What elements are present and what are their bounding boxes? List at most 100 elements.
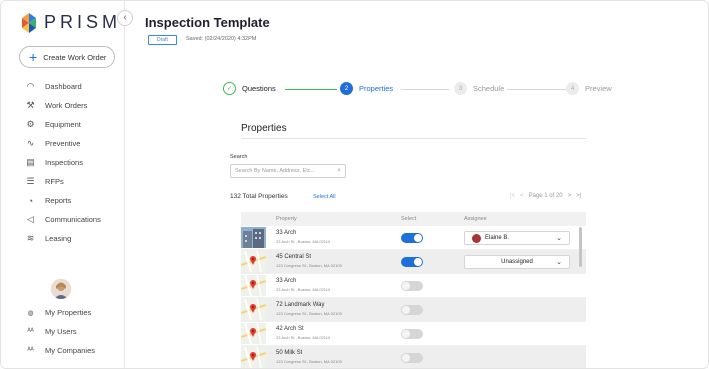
select-toggle[interactable] bbox=[401, 353, 423, 363]
column-header-property: Property bbox=[276, 216, 297, 222]
page-indicator: Page 1 of 20 bbox=[528, 193, 563, 199]
step-label: Questions bbox=[242, 84, 276, 93]
sidebar-item-rfps[interactable]: ☰ RFPs bbox=[1, 172, 125, 191]
prev-page-button[interactable]: < bbox=[520, 193, 524, 199]
toggle-knob bbox=[402, 306, 410, 314]
step-questions[interactable]: ✓ Questions bbox=[223, 82, 276, 95]
sidebar-item-label: My Properties bbox=[45, 308, 92, 317]
table-row: 42 Arch St 33 Arch St., Boston, MA 02110 bbox=[241, 322, 586, 345]
sidebar-item-my-users[interactable]: ᴬᴬ My Users bbox=[1, 322, 125, 341]
assignee-value: Unassigned bbox=[501, 259, 533, 265]
sidebar-item-preventive[interactable]: ∿ Preventive bbox=[1, 134, 125, 153]
table-header: Property Select Assignee bbox=[241, 212, 586, 226]
step-label: Properties bbox=[359, 84, 394, 93]
user-avatar[interactable] bbox=[51, 279, 71, 299]
table-row: 33 Arch 33 Arch St., Boston, MA 02110 bbox=[241, 274, 586, 297]
select-toggle[interactable] bbox=[401, 257, 423, 267]
column-header-assignee: Assignee bbox=[464, 216, 487, 222]
create-work-order-button[interactable]: + Create Work Order bbox=[19, 46, 115, 68]
map-thumbnail-icon bbox=[241, 299, 266, 320]
map-thumbnail-icon bbox=[241, 347, 266, 368]
assignee-select[interactable]: Unassigned ⌄ bbox=[464, 255, 570, 269]
table-row: 72 Landmark Way 123 Congress St., Boston,… bbox=[241, 298, 586, 321]
select-toggle[interactable] bbox=[401, 305, 423, 315]
section-title: Properties bbox=[241, 123, 287, 134]
avatar-image bbox=[51, 279, 71, 299]
chevron-down-icon: ⌄ bbox=[556, 259, 562, 266]
wizard-stepper: ✓ Questions 2 Properties 3 Schedule 4 Pr… bbox=[223, 82, 613, 98]
create-work-order-label: Create Work Order bbox=[43, 52, 107, 62]
toggle-knob bbox=[414, 258, 422, 266]
sidebar-item-label: RFPs bbox=[45, 177, 64, 186]
list-icon: ☰ bbox=[26, 176, 35, 186]
property-address: 123 Congress St., Boston, MA 02109 bbox=[276, 359, 342, 364]
property-address: 33 Arch St., Boston, MA 02110 bbox=[276, 287, 331, 292]
table-row: 50 Milk St 123 Congress St., Boston, MA 0… bbox=[241, 346, 586, 368]
gauge-icon: ◠ bbox=[26, 81, 35, 91]
companies-icon: ᴬᴬ bbox=[27, 347, 34, 354]
next-page-button[interactable]: > bbox=[568, 193, 572, 199]
property-address: 33 Arch St., Boston, MA 02110 bbox=[276, 335, 331, 340]
sidebar-item-inspections[interactable]: ▤ Inspections bbox=[1, 153, 125, 172]
search-input[interactable]: Search By Name, Address, Etc... ⌕ bbox=[230, 164, 346, 178]
step-connector bbox=[401, 89, 449, 90]
saved-timestamp: Saved: (02/24/2020) 4:32PM bbox=[186, 36, 257, 42]
step-connector bbox=[285, 89, 337, 90]
sidebar-item-equipment[interactable]: ⚙ Equipment bbox=[1, 115, 125, 134]
logo[interactable]: PRISM bbox=[22, 12, 121, 33]
sidebar-item-label: Leasing bbox=[45, 234, 72, 243]
step-schedule[interactable]: 3 Schedule bbox=[454, 82, 504, 95]
property-name: 42 Arch St bbox=[276, 326, 304, 332]
property-address: 123 Congress St., Boston, MA 02109 bbox=[276, 311, 342, 316]
toggle-knob bbox=[402, 354, 410, 362]
sidebar-item-communications[interactable]: ◁ Communications bbox=[1, 210, 125, 229]
sidebar-item-label: Reports bbox=[45, 196, 72, 205]
divider bbox=[241, 138, 587, 139]
step-label: Preview bbox=[585, 84, 612, 93]
column-header-select: Select bbox=[401, 216, 417, 222]
property-name: 45 Central St bbox=[276, 254, 312, 260]
table-scrollbar[interactable] bbox=[579, 227, 582, 267]
sidebar-item-my-properties[interactable]: ◍ My Properties bbox=[1, 303, 125, 322]
app-window: PRISM ‹ + Create Work Order ◠ Dashboard ⚒ W… bbox=[0, 0, 709, 369]
gears-icon: ⚙ bbox=[26, 119, 35, 129]
step-properties[interactable]: 2 Properties bbox=[340, 82, 393, 95]
sidebar-item-label: Communications bbox=[45, 215, 101, 224]
search-icon: ⌕ bbox=[337, 167, 341, 174]
select-toggle[interactable] bbox=[401, 329, 423, 339]
sidebar-item-label: Equipment bbox=[45, 120, 81, 129]
search-label: Search bbox=[230, 154, 248, 160]
globe-icon: ◍ bbox=[27, 309, 34, 317]
sidebar-item-my-companies[interactable]: ᴬᴬ My Companies bbox=[1, 341, 125, 360]
step-number: 4 bbox=[566, 82, 579, 95]
sidebar-item-reports[interactable]: ◔ Reports bbox=[1, 191, 125, 210]
sidebar-item-dashboard[interactable]: ◠ Dashboard bbox=[1, 77, 125, 96]
wrench-icon: ⚒ bbox=[26, 100, 35, 110]
sidebar-item-label: Work Orders bbox=[45, 101, 88, 110]
map-thumbnail-icon bbox=[241, 323, 266, 344]
sidebar-nav: ◠ Dashboard ⚒ Work Orders ⚙ Equipment ∿ Prevent… bbox=[1, 77, 125, 248]
property-photo bbox=[241, 227, 266, 248]
select-toggle[interactable] bbox=[401, 233, 423, 243]
sidebar-item-leasing[interactable]: ≋ Leasing bbox=[1, 229, 125, 248]
plus-icon: + bbox=[29, 49, 38, 65]
sidebar-item-label: Preventive bbox=[45, 139, 81, 148]
map-thumbnail-icon bbox=[241, 275, 266, 296]
page-title: Inspection Template bbox=[145, 15, 270, 30]
total-properties-count: 132 Total Properties bbox=[230, 193, 288, 200]
property-address: 33 Arch St., Boston, MA 02110 bbox=[276, 239, 331, 244]
clipboard-icon: ▤ bbox=[26, 157, 35, 167]
select-toggle[interactable] bbox=[401, 281, 423, 291]
first-page-button[interactable]: |< bbox=[510, 193, 515, 199]
last-page-button[interactable]: >| bbox=[576, 193, 581, 199]
sidebar-item-work-orders[interactable]: ⚒ Work Orders bbox=[1, 96, 125, 115]
step-number: 2 bbox=[340, 82, 353, 95]
assignee-select[interactable]: Elaine B. ⌄ bbox=[464, 231, 570, 245]
property-name: 33 Arch bbox=[276, 230, 297, 236]
main-content: Inspection Template Draft Saved: (02/24/… bbox=[126, 1, 708, 368]
select-all-link[interactable]: Select All bbox=[313, 194, 336, 200]
property-name: 33 Arch bbox=[276, 278, 297, 284]
status-badge: Draft bbox=[148, 35, 177, 45]
sidebar: PRISM ‹ + Create Work Order ◠ Dashboard ⚒ W… bbox=[1, 1, 133, 368]
step-preview[interactable]: 4 Preview bbox=[566, 82, 612, 95]
